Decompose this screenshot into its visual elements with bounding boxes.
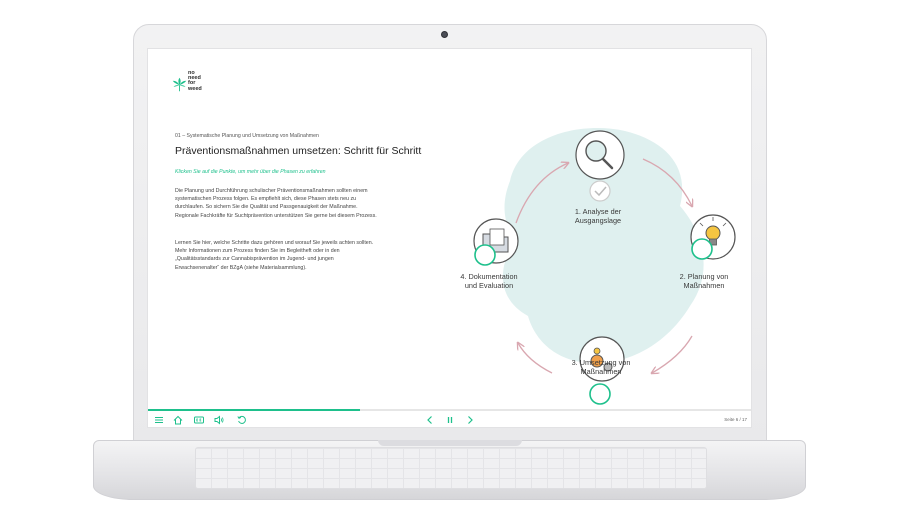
logo-line: weed [188, 85, 202, 92]
volume-icon[interactable] [213, 414, 225, 426]
step-4-status-dot[interactable] [474, 244, 496, 266]
text-line: Die Planung und Durchführung schulischer… [175, 188, 368, 194]
cannabis-leaf-icon [172, 77, 187, 92]
step-1-label: 1. Analyse der Ausgangslage [553, 207, 643, 225]
text-line: durchlaufen. So sichern Sie die Qualität… [175, 204, 358, 211]
step-4-label: 4. Dokumentation und Evaluation [440, 272, 538, 290]
step-1-node[interactable] [575, 130, 625, 180]
label-line: und Evaluation [464, 280, 514, 290]
player-toolbar: Seite 6 / 17 [148, 411, 751, 427]
text-line: Lernen Sie hier, welche Schritte dazu ge… [175, 240, 374, 246]
cc-icon[interactable] [193, 414, 205, 426]
page-title: Präventionsmaßnahmen umsetzen: Schritt f… [175, 145, 422, 157]
next-icon[interactable] [464, 414, 476, 426]
step-1-checkmark[interactable] [589, 180, 611, 202]
arrow-step3-to-step4 [518, 343, 553, 374]
page-counter: Seite 6 / 17 [724, 417, 747, 422]
intro-paragraph: Die Planung und Durchführung schulischer… [175, 187, 425, 220]
info-paragraph: Lernen Sie hier, welche Schritte dazu ge… [175, 239, 425, 272]
home-icon[interactable] [172, 414, 184, 426]
label-line: Maßnahmen [580, 366, 622, 376]
text-line: Regionale Fachkräfte für Suchtprävention… [175, 212, 377, 219]
label-line: Maßnahmen [683, 280, 725, 290]
step-3-label: 3. Umsetzung von Maßnahmen [556, 358, 646, 376]
screen: no need for weed 01 – Systematische Plan… [147, 48, 752, 428]
step-3-status-dot[interactable] [589, 383, 611, 405]
prev-icon[interactable] [424, 414, 436, 426]
text-line: systematischen Prozess folgen. Es empfie… [175, 196, 357, 203]
label-line: Ausgangslage [574, 215, 622, 225]
webcam-icon [441, 31, 448, 38]
laptop-hinge [378, 440, 522, 446]
instruction-hint: Klicken Sie auf die Punkte, um mehr über… [175, 169, 326, 175]
step-2-label: 2. Planung von Maßnahmen [668, 272, 740, 290]
menu-icon[interactable] [153, 414, 165, 426]
logo[interactable]: no need for weed [172, 70, 212, 99]
logo-wordmark: no need for weed [188, 70, 202, 92]
keyboard [195, 447, 707, 489]
pause-icon[interactable] [444, 414, 456, 426]
breadcrumb: 01 – Systematische Planung und Umsetzung… [175, 133, 319, 139]
text-line: Mehr Informationen zum Prozess finden Si… [175, 248, 340, 255]
step-2-status-dot[interactable] [691, 238, 713, 260]
text-line: „Qualitätsstandards zur Cannabispräventi… [175, 256, 334, 263]
replay-icon[interactable] [236, 414, 248, 426]
process-cycle: 1. Analyse der Ausgangslage 2. Planung v… [440, 111, 751, 411]
text-line: Erwachsenenalter“ der BZgA (siehe Materi… [175, 264, 307, 271]
